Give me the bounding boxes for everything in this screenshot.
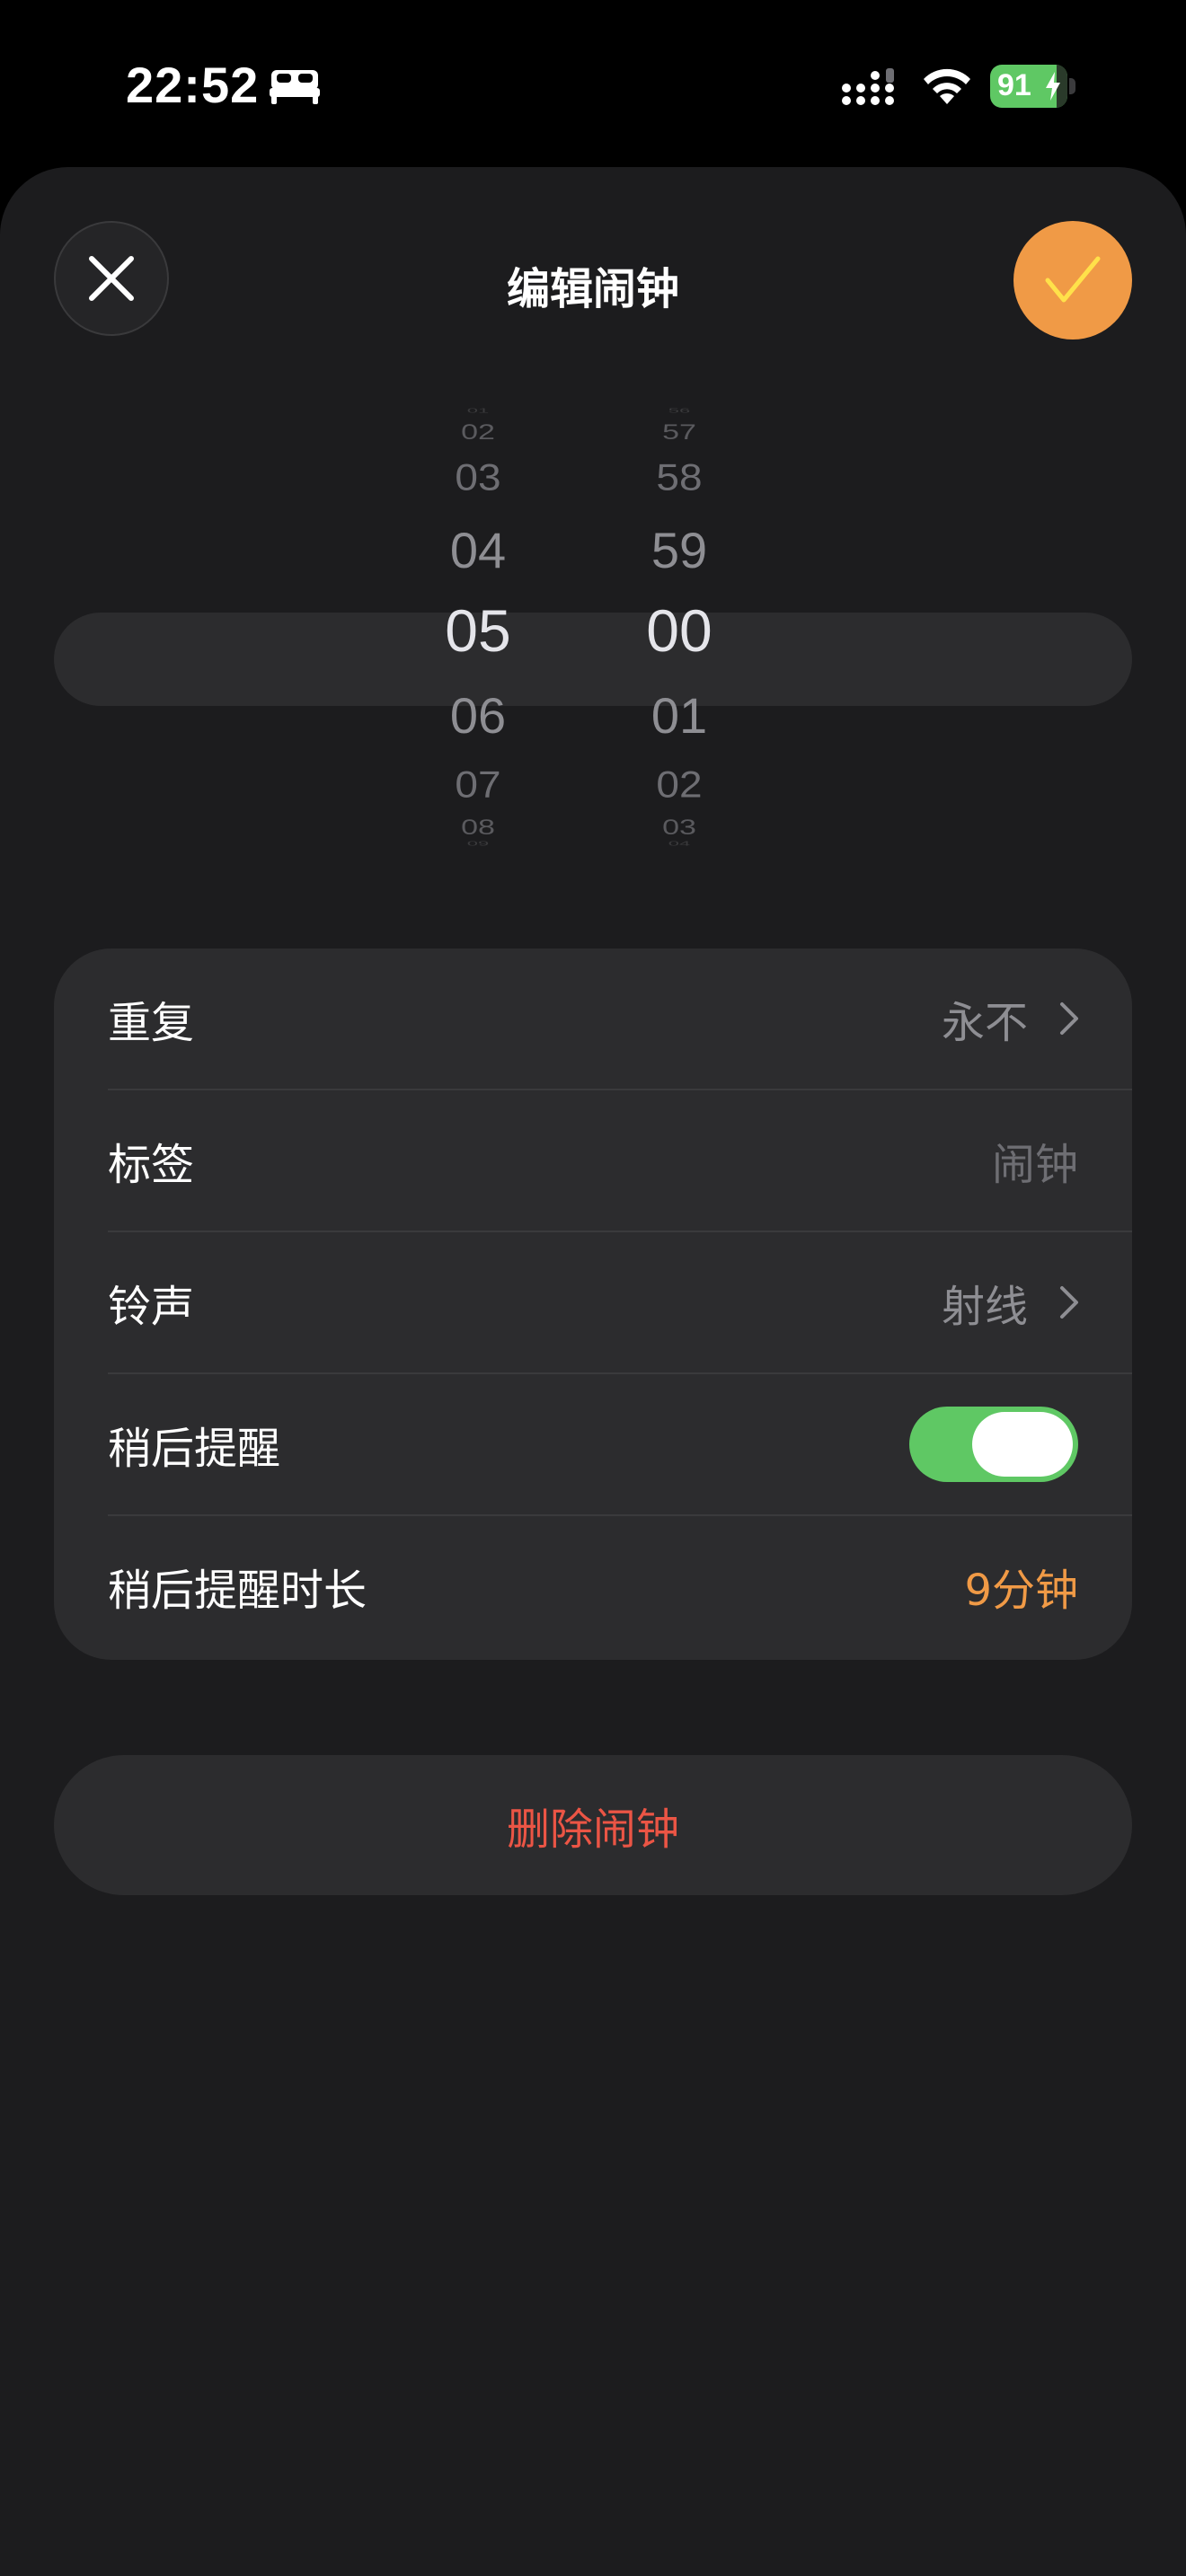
snooze-duration-label: 稍后提醒时长 — [108, 1566, 367, 1616]
hour-option[interactable]: 04 — [388, 521, 568, 579]
snooze-duration-value[interactable]: 9分钟 — [964, 1555, 1078, 1618]
minute-option[interactable]: 04 — [589, 839, 769, 847]
minute-option[interactable]: 56 — [589, 406, 769, 414]
alarm-settings-group: 重复 永不 标签 闹钟 铃声 射线 稍后提醒 稍后提醒时长 9分钟 — [54, 948, 1132, 1660]
hour-option[interactable]: 07 — [388, 763, 568, 807]
toggle-knob — [972, 1412, 1073, 1477]
chevron-right-icon — [1060, 1286, 1078, 1319]
repeat-row[interactable]: 重复 永不 — [54, 948, 1132, 1089]
hour-option-selected[interactable]: 05 — [388, 596, 568, 665]
minute-option[interactable]: 58 — [589, 455, 769, 499]
screen: 22:52 91 编辑闹钟 01 02 03 04 05 06 07 08 09… — [0, 0, 1186, 2576]
snooze-duration-row[interactable]: 稍后提醒时长 9分钟 — [54, 1516, 1132, 1656]
checkmark-icon — [1045, 256, 1101, 303]
label-label: 标签 — [108, 1140, 195, 1190]
hour-option[interactable]: 09 — [388, 839, 568, 847]
hour-option[interactable]: 01 — [388, 406, 568, 414]
repeat-label: 重复 — [108, 998, 195, 1048]
confirm-button[interactable] — [1013, 221, 1132, 340]
wifi-icon — [924, 68, 970, 104]
minute-option-selected[interactable]: 00 — [589, 596, 769, 665]
sound-value: 射线 — [941, 1282, 1028, 1332]
minute-option[interactable]: 03 — [589, 816, 769, 840]
hour-option[interactable]: 08 — [388, 816, 568, 840]
sound-label: 铃声 — [108, 1282, 195, 1332]
cellular-signal-icon — [842, 68, 894, 105]
status-bar: 22:52 91 — [0, 0, 1186, 162]
delete-alarm-button[interactable]: 删除闹钟 — [54, 1755, 1132, 1895]
label-field[interactable]: 闹钟 — [992, 1129, 1078, 1192]
snooze-label: 稍后提醒 — [108, 1424, 281, 1474]
snooze-row: 稍后提醒 — [54, 1374, 1132, 1514]
time-picker[interactable]: 01 02 03 04 05 06 07 08 09 56 57 58 59 0… — [0, 406, 1186, 895]
sound-row[interactable]: 铃声 射线 — [54, 1232, 1132, 1372]
hour-option[interactable]: 06 — [388, 686, 568, 745]
label-row[interactable]: 标签 闹钟 — [54, 1090, 1132, 1231]
edit-alarm-sheet: 编辑闹钟 01 02 03 04 05 06 07 08 09 56 57 58… — [0, 167, 1186, 2576]
minute-option[interactable]: 59 — [589, 521, 769, 579]
minute-option[interactable]: 57 — [589, 420, 769, 445]
page-title: 编辑闹钟 — [506, 264, 679, 314]
hour-option[interactable]: 03 — [388, 455, 568, 499]
repeat-value: 永不 — [941, 998, 1028, 1048]
minute-option[interactable]: 02 — [589, 763, 769, 807]
status-time: 22:52 — [126, 57, 260, 113]
snooze-toggle[interactable] — [909, 1407, 1078, 1482]
hour-option[interactable]: 02 — [388, 420, 568, 445]
battery-charging-icon: 91 — [990, 65, 1076, 108]
minute-option[interactable]: 01 — [589, 686, 769, 745]
chevron-right-icon — [1060, 1002, 1078, 1035]
bolt-icon — [1046, 72, 1060, 101]
bed-icon — [270, 70, 320, 104]
battery-cap — [1069, 78, 1075, 94]
battery-level: 91 — [997, 68, 1031, 102]
delete-alarm-label: 删除闹钟 — [506, 1804, 679, 1855]
